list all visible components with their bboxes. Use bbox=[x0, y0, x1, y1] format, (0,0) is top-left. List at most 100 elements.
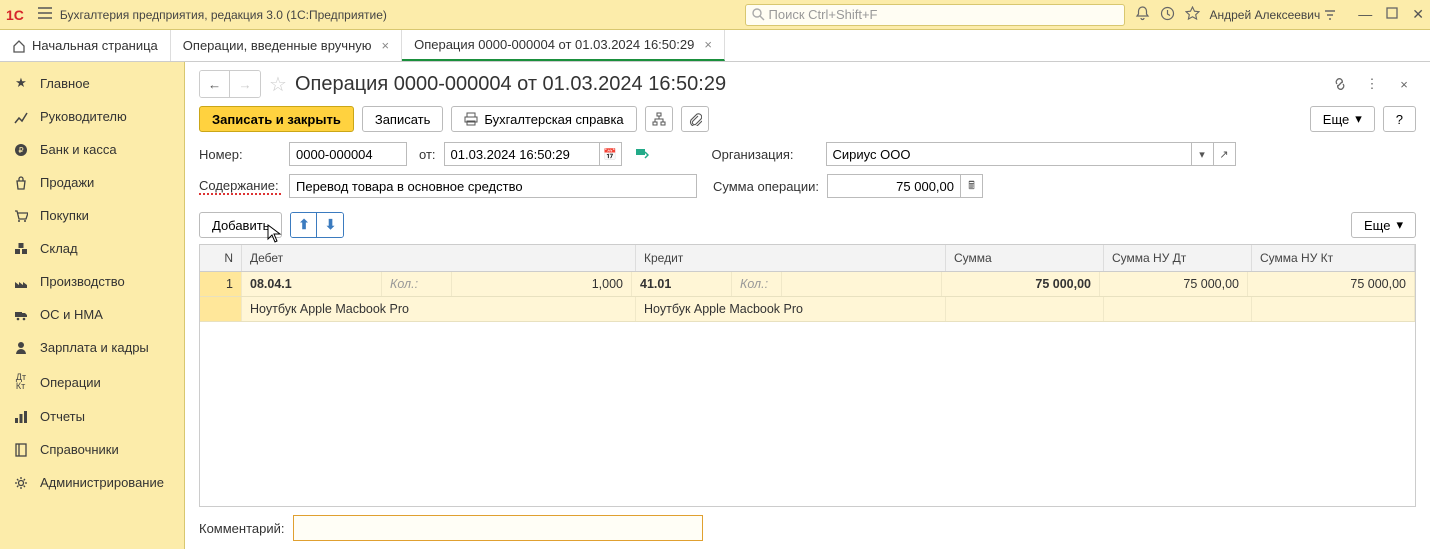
sidebar-item-assets[interactable]: ОС и НМА bbox=[0, 298, 184, 331]
sidebar-item-catalogs[interactable]: Справочники bbox=[0, 433, 184, 466]
dtkt-icon: ДтКт bbox=[12, 373, 30, 391]
cell-debit-item: Ноутбук Apple Macbook Pro bbox=[242, 297, 636, 321]
report-button[interactable]: Бухгалтерская справка bbox=[451, 106, 636, 132]
back-button[interactable]: ← bbox=[200, 71, 230, 97]
number-label: Номер: bbox=[199, 147, 281, 162]
minimize-icon[interactable]: — bbox=[1358, 6, 1372, 23]
number-field[interactable] bbox=[289, 142, 407, 166]
col-debit[interactable]: Дебет bbox=[242, 245, 636, 271]
sidebar-item-production[interactable]: Производство bbox=[0, 265, 184, 298]
tab-home[interactable]: Начальная страница bbox=[0, 30, 171, 61]
table-row[interactable]: 1 08.04.1 Кол.: 1,000 41.01 Кол.: 75 000… bbox=[200, 272, 1415, 297]
sidebar-item-operations[interactable]: ДтКтОперации bbox=[0, 364, 184, 400]
sidebar: ★Главное Руководителю ₽Банк и касса Прод… bbox=[0, 62, 185, 549]
tab-operations-list[interactable]: Операции, введенные вручную × bbox=[171, 30, 402, 61]
nav-buttons: ← → bbox=[199, 70, 261, 98]
sidebar-item-sales[interactable]: Продажи bbox=[0, 166, 184, 199]
cell-n: 1 bbox=[200, 272, 242, 296]
col-n[interactable]: N bbox=[200, 245, 242, 271]
tree-button[interactable] bbox=[645, 106, 673, 132]
cell-sum: 75 000,00 bbox=[942, 272, 1100, 296]
cart-icon bbox=[12, 209, 30, 223]
ruble-icon: ₽ bbox=[12, 143, 30, 157]
titlebar: 1C Бухгалтерия предприятия, редакция 3.0… bbox=[0, 0, 1430, 30]
cell-sum-nu-dt: 75 000,00 bbox=[1100, 272, 1248, 296]
save-button[interactable]: Записать bbox=[362, 106, 444, 132]
bars-icon bbox=[12, 410, 30, 424]
col-sum-nu-dt[interactable]: Сумма НУ Дт bbox=[1104, 245, 1252, 271]
sidebar-item-purchases[interactable]: Покупки bbox=[0, 199, 184, 232]
move-up-button[interactable]: ⬆ bbox=[291, 213, 317, 237]
star-icon[interactable] bbox=[1185, 6, 1200, 24]
sum-label: Сумма операции: bbox=[713, 179, 819, 194]
cell-qty-label: Кол.: bbox=[732, 272, 782, 296]
sidebar-item-reports[interactable]: Отчеты bbox=[0, 400, 184, 433]
entries-grid: N Дебет Кредит Сумма Сумма НУ Дт Сумма Н… bbox=[199, 244, 1416, 507]
calendar-icon[interactable]: 📅 bbox=[600, 142, 622, 166]
search-icon bbox=[752, 8, 765, 21]
link-icon[interactable] bbox=[1328, 72, 1352, 96]
more-button[interactable]: Еще ▾ bbox=[1310, 106, 1375, 132]
sidebar-item-hr[interactable]: Зарплата и кадры bbox=[0, 331, 184, 364]
home-icon bbox=[12, 39, 26, 53]
truck-icon bbox=[12, 308, 30, 322]
attach-button[interactable] bbox=[681, 106, 709, 132]
sidebar-item-manager[interactable]: Руководителю bbox=[0, 100, 184, 133]
sidebar-item-admin[interactable]: Администрирование bbox=[0, 466, 184, 499]
content-area: ← → ☆ Операция 0000-000004 от 01.03.2024… bbox=[185, 62, 1430, 549]
cell-sum-nu-kt: 75 000,00 bbox=[1248, 272, 1415, 296]
org-label: Организация: bbox=[712, 147, 818, 162]
calculator-icon[interactable]: 🖩 bbox=[961, 174, 983, 198]
factory-icon bbox=[12, 275, 30, 289]
username[interactable]: Андрей Алексеевич bbox=[1210, 8, 1337, 22]
gear-icon bbox=[12, 476, 30, 490]
flag-icon[interactable] bbox=[630, 142, 654, 166]
filter-icon bbox=[1324, 10, 1336, 20]
cell-credit-item: Ноутбук Apple Macbook Pro bbox=[636, 297, 946, 321]
app-title: Бухгалтерия предприятия, редакция 3.0 (1… bbox=[60, 8, 387, 22]
search-input[interactable]: Поиск Ctrl+Shift+F bbox=[745, 4, 1125, 26]
col-sum-nu-kt[interactable]: Сумма НУ Кт bbox=[1252, 245, 1415, 271]
menu-icon[interactable] bbox=[38, 7, 52, 22]
doc-title: Операция 0000-000004 от 01.03.2024 16:50… bbox=[295, 73, 726, 96]
sum-field[interactable] bbox=[827, 174, 961, 198]
tabbar: Начальная страница Операции, введенные в… bbox=[0, 30, 1430, 62]
cell-credit-acc: 41.01 bbox=[632, 272, 732, 296]
close-icon[interactable]: ✕ bbox=[1412, 6, 1424, 23]
add-button[interactable]: Добавить bbox=[199, 212, 282, 238]
col-sum[interactable]: Сумма bbox=[946, 245, 1104, 271]
table-row[interactable]: Ноутбук Apple Macbook Pro Ноутбук Apple … bbox=[200, 297, 1415, 322]
sidebar-item-bank[interactable]: ₽Банк и касса bbox=[0, 133, 184, 166]
book-icon bbox=[12, 443, 30, 457]
comment-field[interactable] bbox=[293, 515, 703, 541]
tab-close-icon[interactable]: × bbox=[704, 37, 712, 52]
history-icon[interactable] bbox=[1160, 6, 1175, 24]
tab-operation-doc[interactable]: Операция 0000-000004 от 01.03.2024 16:50… bbox=[402, 30, 725, 61]
dropdown-icon[interactable]: ▾ bbox=[1192, 142, 1214, 166]
help-button[interactable]: ? bbox=[1383, 106, 1416, 132]
forward-button[interactable]: → bbox=[230, 71, 260, 97]
org-field[interactable] bbox=[826, 142, 1192, 166]
from-label: от: bbox=[419, 147, 436, 162]
maximize-icon[interactable] bbox=[1386, 6, 1398, 23]
tab-close-icon[interactable]: × bbox=[382, 38, 390, 53]
cell-debit-acc: 08.04.1 bbox=[242, 272, 382, 296]
content-field[interactable] bbox=[289, 174, 697, 198]
chevron-down-icon: ▾ bbox=[1355, 111, 1362, 127]
col-credit[interactable]: Кредит bbox=[636, 245, 946, 271]
table-more-button[interactable]: Еще ▾ bbox=[1351, 212, 1416, 238]
move-down-button[interactable]: ⬇ bbox=[317, 213, 343, 237]
chevron-down-icon: ▾ bbox=[1396, 217, 1403, 233]
search-placeholder: Поиск Ctrl+Shift+F bbox=[769, 7, 878, 22]
cell-qty-label: Кол.: bbox=[382, 272, 452, 296]
kebab-icon[interactable]: ⋮ bbox=[1360, 72, 1384, 96]
sidebar-item-main[interactable]: ★Главное bbox=[0, 66, 184, 100]
open-icon[interactable]: ↗ bbox=[1214, 142, 1236, 166]
sidebar-item-warehouse[interactable]: Склад bbox=[0, 232, 184, 265]
bell-icon[interactable] bbox=[1135, 6, 1150, 24]
favorite-star-icon[interactable]: ☆ bbox=[269, 72, 287, 97]
bag-icon bbox=[12, 176, 30, 190]
close-doc-icon[interactable]: × bbox=[1392, 72, 1416, 96]
save-close-button[interactable]: Записать и закрыть bbox=[199, 106, 354, 132]
date-field[interactable] bbox=[444, 142, 600, 166]
